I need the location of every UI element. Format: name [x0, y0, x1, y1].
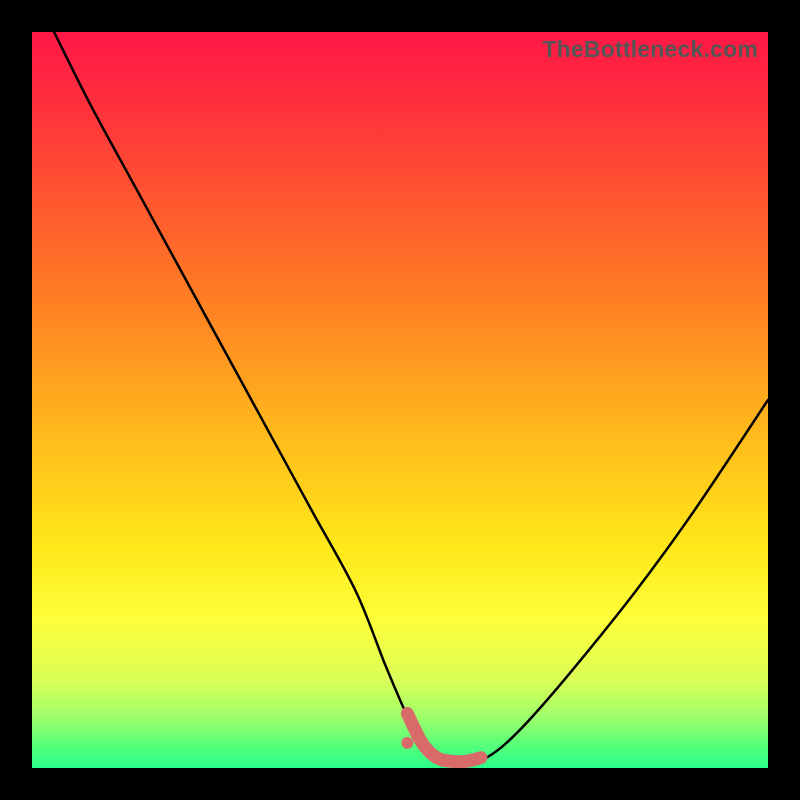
curve-overlay [32, 32, 768, 768]
optimal-band [407, 713, 481, 761]
bottleneck-curve [54, 32, 768, 765]
optimal-dot [401, 737, 413, 749]
chart-frame: TheBottleneck.com [0, 0, 800, 800]
plot-area: TheBottleneck.com [32, 32, 768, 768]
